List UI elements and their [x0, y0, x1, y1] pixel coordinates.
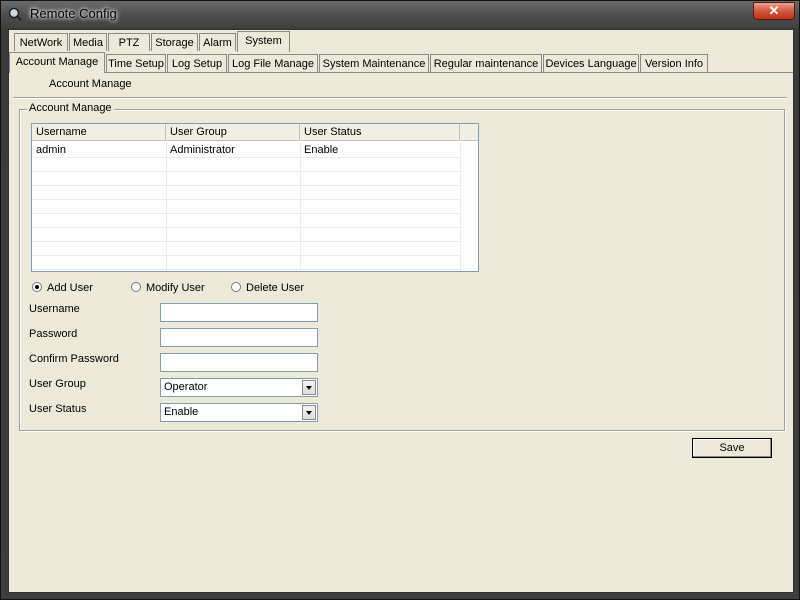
- chevron-down-icon: [306, 411, 312, 415]
- user-group-select[interactable]: Operator: [160, 378, 318, 397]
- dropdown-button[interactable]: [302, 380, 316, 395]
- cell-username: admin: [36, 144, 66, 156]
- tab-regular-maintenance[interactable]: Regular maintenance: [430, 54, 542, 72]
- table-row[interactable]: admin Administrator Enable: [32, 143, 460, 157]
- tab-storage[interactable]: Storage: [151, 33, 198, 51]
- grid-line: [32, 255, 460, 256]
- remote-config-window: Remote Config ✕ NetWork Media PTZ Storag…: [0, 0, 800, 600]
- grid-line: [32, 199, 460, 200]
- radio-label: Add User: [47, 282, 93, 294]
- user-group-label: User Group: [29, 378, 86, 390]
- table-header: Username User Group User Status: [32, 124, 478, 141]
- tab-baseline: [9, 72, 793, 73]
- column-header-user-status[interactable]: User Status: [300, 124, 460, 140]
- grid-line: [32, 227, 460, 228]
- cell-user-group: Administrator: [170, 144, 235, 156]
- tab-devices-language[interactable]: Devices Language: [543, 54, 639, 72]
- close-icon: ✕: [768, 3, 780, 18]
- chevron-down-icon: [306, 386, 312, 390]
- username-field[interactable]: [160, 303, 318, 322]
- column-header-username[interactable]: Username: [32, 124, 166, 140]
- group-legend: Account Manage: [27, 102, 114, 114]
- tab-time-setup[interactable]: Time Setup: [106, 54, 166, 72]
- tab-account-manage[interactable]: Account Manage: [9, 52, 105, 73]
- window-title: Remote Config: [30, 6, 117, 21]
- tab-system-maintenance[interactable]: System Maintenance: [319, 54, 429, 72]
- dialog-client-area: NetWork Media PTZ Storage Alarm System A…: [8, 29, 794, 593]
- user-status-label: User Status: [29, 403, 87, 415]
- grid-line: [300, 140, 301, 271]
- grid-line: [32, 269, 460, 270]
- user-list-table[interactable]: Username User Group User Status admin Ad…: [31, 123, 479, 272]
- top-tab-strip: NetWork Media PTZ Storage Alarm System: [12, 31, 792, 53]
- title-bar[interactable]: Remote Config ✕: [1, 1, 799, 28]
- grid-line: [32, 157, 460, 158]
- tab-system[interactable]: System: [237, 31, 290, 52]
- grid-line: [166, 140, 167, 271]
- radio-selected-dot: [35, 285, 39, 289]
- tab-ptz[interactable]: PTZ: [108, 33, 150, 51]
- radio-button[interactable]: [32, 282, 42, 292]
- radio-button[interactable]: [231, 282, 241, 292]
- tab-network[interactable]: NetWork: [14, 33, 68, 51]
- grid-line: [32, 213, 460, 214]
- tab-alarm[interactable]: Alarm: [199, 33, 236, 51]
- tab-log-setup[interactable]: Log Setup: [167, 54, 227, 72]
- cell-user-status: Enable: [304, 144, 339, 156]
- tab-version-info[interactable]: Version Info: [640, 54, 708, 72]
- radio-button[interactable]: [131, 282, 141, 292]
- user-group-value: Operator: [164, 381, 208, 393]
- section-divider: [13, 97, 787, 99]
- grid-line: [32, 171, 460, 172]
- confirm-password-label: Confirm Password: [29, 353, 119, 365]
- grid-line: [32, 185, 460, 186]
- username-label: Username: [29, 303, 80, 315]
- column-header-user-group[interactable]: User Group: [166, 124, 300, 140]
- password-field[interactable]: [160, 328, 318, 347]
- tab-log-file-manage[interactable]: Log File Manage: [228, 54, 318, 72]
- save-button[interactable]: Save: [692, 438, 772, 458]
- sub-tab-strip: Account Manage Time Setup Log Setup Log …: [9, 52, 793, 74]
- close-button[interactable]: ✕: [753, 2, 795, 20]
- radio-label: Modify User: [146, 282, 205, 294]
- password-label: Password: [29, 328, 78, 340]
- user-status-select[interactable]: Enable: [160, 403, 318, 422]
- section-title: Account Manage: [49, 78, 132, 90]
- camera-search-icon: [8, 7, 22, 21]
- grid-line: [460, 140, 461, 271]
- radio-label: Delete User: [246, 282, 305, 294]
- tab-media[interactable]: Media: [69, 33, 107, 51]
- confirm-password-field[interactable]: [160, 353, 318, 372]
- dropdown-button[interactable]: [302, 405, 316, 420]
- user-status-value: Enable: [164, 406, 199, 418]
- grid-line: [32, 241, 460, 242]
